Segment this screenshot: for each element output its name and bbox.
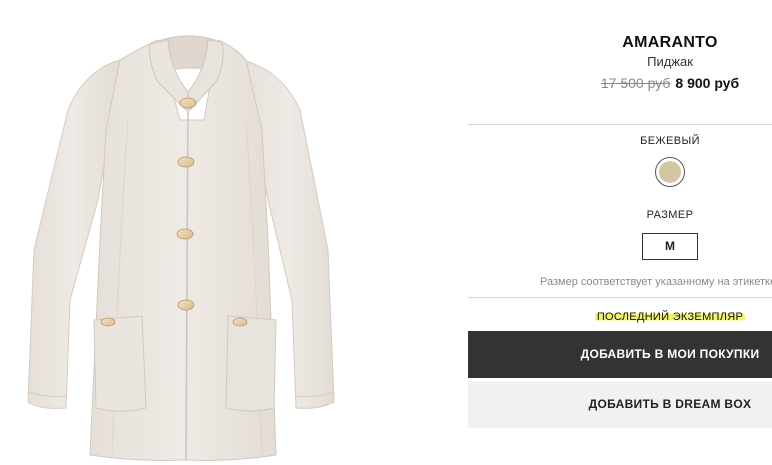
product-info-panel: AMARANTO Пиджак 17 500 руб 8 900 руб БЕЖЕ… (468, 0, 772, 465)
add-to-cart-button[interactable]: ДОБАВИТЬ В МОИ ПОКУПКИ (468, 331, 772, 378)
color-swatch-beige[interactable] (655, 157, 685, 187)
price-block: 17 500 руб 8 900 руб (468, 75, 772, 91)
size-label: РАЗМЕР (646, 209, 694, 221)
add-to-cart-label: ДОБАВИТЬ В МОИ ПОКУПКИ (580, 347, 760, 361)
availability-notice: ПОСЛЕДНИЙ ЭКЗЕМПЛЯР (468, 307, 772, 325)
product-type: Пиджак (647, 54, 693, 69)
sale-price: 8 900 руб (675, 75, 740, 91)
add-to-dreambox-button[interactable]: ДОБАВИТЬ В DREAM BOX (468, 381, 772, 428)
product-image[interactable] (0, 0, 462, 465)
divider (468, 124, 772, 125)
add-to-dreambox-label: ДОБАВИТЬ В DREAM BOX (588, 397, 752, 411)
size-fit-note: Размер соответствует указанному на этике… (540, 276, 772, 288)
jacket-illustration (27, 35, 335, 461)
old-price: 17 500 руб (600, 75, 671, 91)
size-option-m[interactable]: M (642, 233, 698, 260)
color-label: БЕЖЕВЫЙ (640, 135, 700, 147)
last-item-badge: ПОСЛЕДНИЙ ЭКЗЕМПЛЯР (594, 311, 746, 323)
brand-name[interactable]: AMARANTO (468, 34, 772, 52)
divider (468, 297, 772, 298)
color-swatch-fill (659, 161, 681, 183)
